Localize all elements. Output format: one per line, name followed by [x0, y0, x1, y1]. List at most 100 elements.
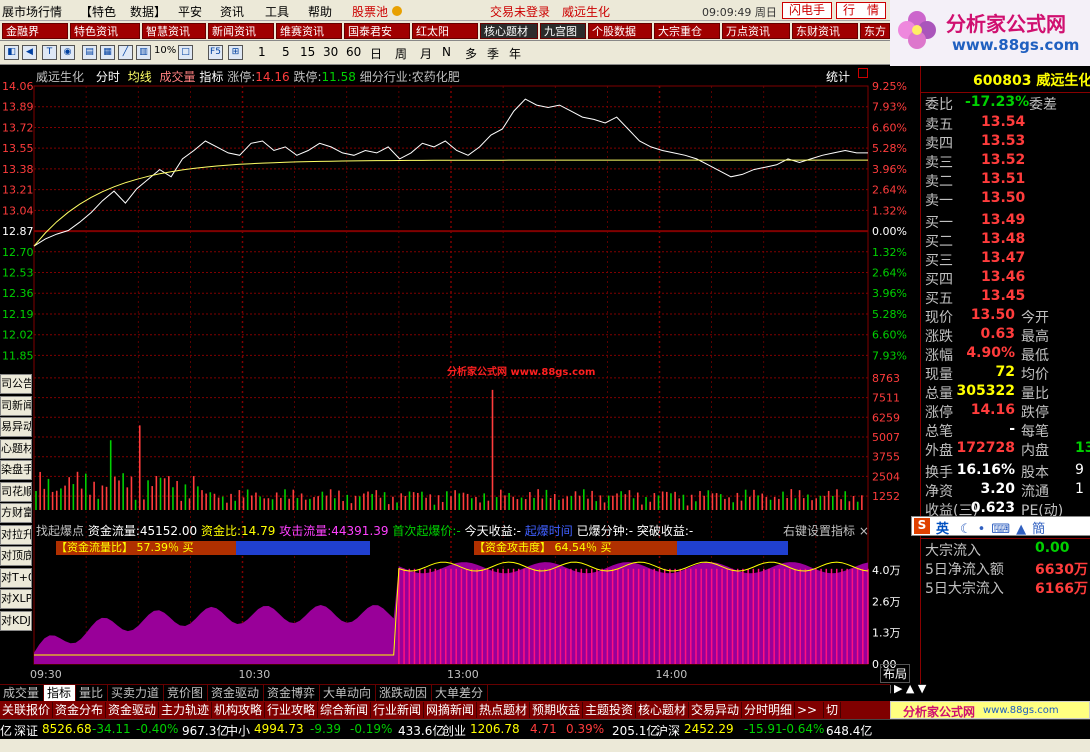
func-tab-2[interactable]: 资金驱动 [106, 702, 159, 718]
tab-news[interactable]: 新闻资讯 [208, 23, 274, 39]
side-button-4[interactable]: 染盘手 [0, 460, 32, 480]
menu-data[interactable]: 数据】 [130, 3, 166, 20]
menu-market[interactable]: 展市场行情 [2, 3, 62, 20]
func-tab-10[interactable]: 预期收益 [530, 702, 583, 718]
func-tab-5[interactable]: 行业攻略 [265, 702, 318, 718]
avg-line-button[interactable]: 均线 [128, 70, 152, 84]
bars-icon[interactable]: ▥ [136, 45, 151, 60]
side-button-6[interactable]: 方财富 [0, 503, 32, 523]
sme-label[interactable]: 中小 [226, 722, 250, 739]
side-button-9[interactable]: 对T+0 [0, 567, 32, 588]
side-button-8[interactable]: 对顶底 [0, 546, 32, 566]
side-button-7[interactable]: 对拉升 [0, 524, 32, 545]
chart-tab-3[interactable]: 买卖力道 [108, 685, 164, 702]
close-icon[interactable] [858, 68, 868, 78]
func-tab-11[interactable]: 主题投资 [583, 702, 636, 718]
period-n[interactable]: N [442, 45, 451, 59]
view-icon[interactable]: ▤ [82, 45, 97, 60]
ime-mode[interactable]: 英 [936, 518, 949, 537]
tab-core-theme[interactable]: 核心题材 [480, 23, 538, 39]
box-icon[interactable]: □ [178, 45, 193, 60]
menu-news[interactable]: 资讯 [220, 3, 244, 20]
tab-wandian[interactable]: 万点资讯 [722, 23, 790, 39]
stats-button[interactable]: 统计 [826, 68, 850, 85]
period-5[interactable]: 5 [282, 45, 290, 59]
side-button-0[interactable]: 司公告 [0, 374, 32, 394]
chart-tab-5[interactable]: 资金驱动 [208, 685, 264, 702]
period-30[interactable]: 30 [323, 45, 338, 59]
chart-tab-6[interactable]: 资金博弈 [264, 685, 320, 702]
period-day[interactable]: 日 [370, 45, 382, 62]
side-button-11[interactable]: 对KDJ [0, 610, 32, 631]
func-tab-7[interactable]: 行业新闻 [371, 702, 424, 718]
func-tab-16[interactable]: 切 [824, 702, 841, 718]
period-quarter[interactable]: 季 [487, 45, 499, 62]
login-status[interactable]: 交易未登录 [490, 3, 550, 20]
close-small-icon[interactable]: × [859, 524, 869, 538]
menu-pingan[interactable]: 平安 [178, 3, 202, 20]
period-multi[interactable]: 多 [465, 45, 477, 62]
func-tab-0[interactable]: 关联报价 [0, 702, 53, 718]
indicator-button[interactable]: 指标 [199, 70, 223, 84]
ime-bar[interactable]: S 英 ☾•⌨▲簡 [911, 516, 1090, 537]
period-15[interactable]: 15 [300, 45, 315, 59]
menu-tools[interactable]: 工具 [265, 3, 289, 20]
hs-label[interactable]: 沪深 [656, 722, 680, 739]
f5-icon[interactable]: F5 [208, 45, 223, 60]
func-tab-12[interactable]: 核心题材 [636, 702, 689, 718]
volume-button[interactable]: 成交量 [160, 70, 196, 84]
tab-stock-data[interactable]: 个股数据 [588, 23, 652, 39]
tab-red-sun[interactable]: 红太阳 [412, 23, 478, 39]
tab-nine-grid[interactable]: 九宫图 [540, 23, 586, 39]
menu-special[interactable]: 【特色 [80, 3, 116, 20]
ime-icons[interactable]: ☾•⌨▲簡 [960, 518, 1051, 537]
chart-tab-2[interactable]: 量比 [76, 685, 108, 702]
side-button-1[interactable]: 司新闻 [0, 395, 32, 416]
chart-tab-9[interactable]: 大单差分 [432, 685, 488, 702]
period-month[interactable]: 月 [420, 45, 432, 62]
circle-icon[interactable]: ◉ [60, 45, 75, 60]
side-button-3[interactable]: 心题材 [0, 438, 32, 459]
text-icon[interactable]: T [42, 45, 57, 60]
back-icon[interactable]: ◀ [22, 45, 37, 60]
minute-icon[interactable]: ⊞ [228, 45, 243, 60]
func-tab-6[interactable]: 综合新闻 [318, 702, 371, 718]
tab-gtja[interactable]: 国泰君安 [344, 23, 410, 39]
func-tab-14[interactable]: 分时明细 [742, 702, 795, 718]
tab-eastmoney[interactable]: 东财资讯 [792, 23, 858, 39]
tab-block-holding[interactable]: 大宗重仓 [654, 23, 720, 39]
period-60[interactable]: 60 [346, 45, 361, 59]
layout-button[interactable]: 布局 [880, 664, 911, 683]
chart-tab-8[interactable]: 涨跌动因 [376, 685, 432, 702]
indicator-settings[interactable]: 右键设置指标 × [783, 522, 869, 539]
intraday-chart[interactable]: 14.06 9.25% 13.89 7.93% 13.72 6.60% 13.55 5.28%… [0, 66, 926, 695]
period-year[interactable]: 年 [509, 45, 521, 62]
line-icon[interactable]: ╱ [118, 45, 133, 60]
tab-weisai[interactable]: 维赛资讯 [276, 23, 342, 39]
grid-icon[interactable]: ▦ [100, 45, 115, 60]
func-tab-4[interactable]: 机构攻略 [212, 702, 265, 718]
period-1[interactable]: 1 [258, 45, 266, 59]
func-tab-13[interactable]: 交易异动 [689, 702, 742, 718]
tab-smart-news[interactable]: 智慧资讯 [142, 23, 206, 39]
chart-tab-0[interactable]: 成交量 [0, 685, 44, 702]
side-button-10[interactable]: 对XLPL [0, 589, 32, 609]
func-tab-1[interactable]: 资金分布 [53, 702, 106, 718]
chart-tab-1[interactable]: 指标 [44, 685, 76, 702]
side-button-2[interactable]: 易异动 [0, 417, 32, 437]
stock-pool-button[interactable]: 股票池 [352, 3, 402, 20]
tab-jrj[interactable]: 金融界 [2, 23, 68, 39]
func-tab-9[interactable]: 热点题材 [477, 702, 530, 718]
menu-help[interactable]: 帮助 [308, 3, 332, 20]
func-tab-3[interactable]: 主力轨迹 [159, 702, 212, 718]
refresh-icon[interactable]: ◧ [4, 45, 19, 60]
chart-tab-7[interactable]: 大单动向 [320, 685, 376, 702]
chart-tab-4[interactable]: 竞价图 [164, 685, 208, 702]
tab-special-news[interactable]: 特色资讯 [70, 23, 140, 39]
func-tab-15[interactable]: >> [795, 702, 824, 718]
sz-label[interactable]: 深证 [14, 722, 38, 739]
mode-button[interactable]: 分时 [96, 70, 120, 84]
flash-trade-button[interactable]: 闪电手 [782, 2, 832, 19]
gem-label[interactable]: 创业 [442, 722, 466, 739]
pct-button[interactable]: 10% [154, 45, 176, 56]
